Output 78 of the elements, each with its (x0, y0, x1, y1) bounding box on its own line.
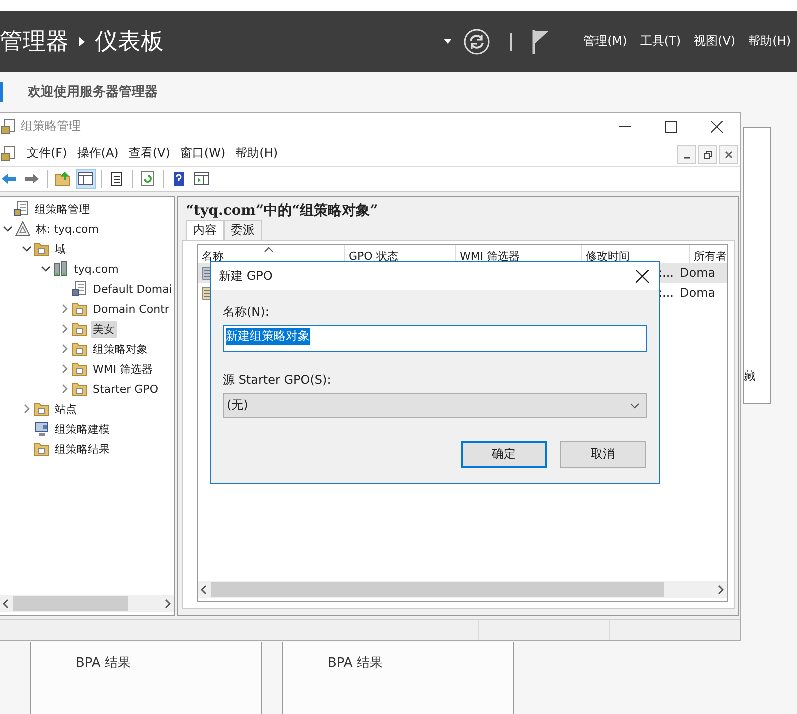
restore-icon[interactable] (698, 145, 717, 164)
tree-item[interactable]: 站点 (53, 400, 79, 418)
refresh-icon[interactable] (464, 28, 490, 54)
panel-text: 藏 (744, 368, 756, 385)
folder-icon (72, 381, 88, 398)
pane-heading: “tyq.com”中的“组策略对象” (186, 202, 380, 220)
tree-item[interactable]: tyq.com (72, 262, 121, 277)
menu-item[interactable]: 查看(V) (128, 145, 170, 162)
folder-icon (72, 321, 88, 338)
breadcrumb-arrow-icon (79, 36, 85, 46)
menu-item[interactable]: 帮助(H) (748, 33, 791, 50)
triangle-icon (15, 221, 31, 238)
table-cell: Doma (680, 286, 716, 300)
tab[interactable]: 委派 (224, 220, 262, 240)
horizontal-scrollbar[interactable] (0, 595, 174, 612)
folder-icon (34, 241, 50, 258)
tree-item[interactable]: Starter GPO (91, 382, 160, 397)
scroll-right-icon[interactable] (165, 598, 171, 609)
tree-item[interactable]: 组策略管理 (33, 200, 92, 218)
document-icon (14, 201, 30, 218)
tree-item[interactable]: 域 (53, 240, 68, 258)
scroll-right-icon[interactable] (718, 584, 724, 595)
field-label: 源 Starter GPO(S): (223, 372, 332, 389)
table-cell: :... (658, 286, 674, 300)
menu-item[interactable]: 文件(F) (27, 145, 68, 162)
menu-item[interactable]: 帮助(H) (236, 145, 278, 162)
tree-item[interactable]: Domain Contr (91, 302, 172, 317)
folder-icon (72, 301, 88, 318)
folder-up-icon[interactable] (53, 169, 73, 190)
server-icon (53, 261, 69, 278)
menu-item[interactable]: 窗口(W) (180, 145, 226, 162)
tree-item[interactable]: 组策略建模 (53, 420, 112, 438)
close-icon[interactable] (711, 120, 723, 133)
tree-item[interactable]: 美女 (91, 320, 117, 338)
dialog-button[interactable]: 确定 (461, 441, 547, 468)
tile-title: BPA 结果 (76, 656, 131, 671)
field-label: 名称(N): (223, 304, 270, 321)
menu-item[interactable]: 视图(V) (694, 33, 736, 50)
horizontal-scrollbar[interactable] (198, 581, 727, 598)
window-title: 组策略管理 (21, 118, 81, 136)
folder-icon (34, 401, 50, 418)
folder-icon (72, 361, 88, 378)
menu-item[interactable]: 工具(T) (640, 33, 682, 50)
menu-item[interactable]: 操作(A) (77, 145, 119, 162)
tile-title: BPA 结果 (328, 656, 383, 671)
column-header[interactable]: 所有者 (690, 245, 727, 264)
document-icon (72, 281, 88, 298)
folder-icon (34, 441, 50, 458)
breadcrumb-item: 仪表板 (95, 28, 164, 57)
tree-item[interactable]: 组策略对象 (91, 340, 150, 358)
folder-icon (72, 341, 88, 358)
computer-icon (34, 421, 50, 438)
caret-icon[interactable] (444, 39, 452, 44)
flag-icon[interactable] (532, 30, 550, 54)
maximize-icon[interactable] (665, 120, 677, 133)
close-icon[interactable] (636, 270, 649, 282)
scroll-left-icon[interactable] (201, 584, 207, 595)
dialog-title: 新建 GPO (219, 268, 273, 284)
tree-item[interactable]: 组策略结果 (53, 440, 112, 458)
collapse-chevron-icon[interactable] (1, 224, 15, 234)
tree-item[interactable]: 林: tyq.com (34, 220, 101, 238)
collapse-chevron-icon[interactable] (39, 264, 53, 274)
pane-icon[interactable] (76, 169, 96, 190)
table-cell: Doma (680, 266, 716, 280)
tree-item[interactable]: WMI 筛选器 (91, 360, 156, 378)
source-dropdown[interactable]: (无) (223, 393, 647, 418)
welcome-heading: 欢迎使用服务器管理器 (28, 84, 158, 101)
sort-up-icon (264, 247, 274, 254)
scroll-left-icon[interactable] (3, 598, 9, 609)
collapse-chevron-icon[interactable] (20, 244, 34, 254)
tree-item[interactable]: Default Domai (91, 282, 174, 297)
table-cell: :... (658, 266, 674, 280)
name-input-field[interactable]: 新建组策略对象 (223, 325, 647, 352)
menu-item[interactable]: 管理(M) (584, 33, 628, 50)
breadcrumb-item: 管理器 (0, 28, 69, 57)
dialog-button[interactable]: 取消 (560, 441, 646, 468)
chevron-down-icon (630, 402, 640, 408)
tab[interactable]: 内容 (186, 220, 224, 240)
